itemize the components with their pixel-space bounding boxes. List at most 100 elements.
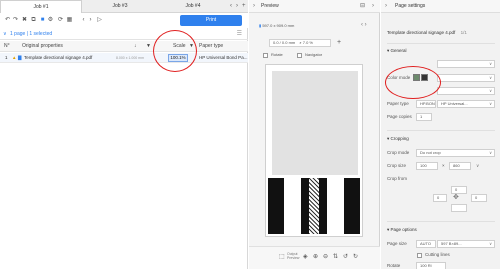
section-general-label: General [390,48,407,53]
fit-icon[interactable]: ◈ [303,254,308,261]
view-toggle-icon[interactable]: ☰ [237,31,242,38]
crop-from-left[interactable]: 0 [433,194,447,202]
play-icon[interactable]: ▷ [96,17,103,24]
rotate-icon[interactable]: ⟳ [57,17,64,24]
cutting-lines-checkbox[interactable] [417,253,422,258]
duplicate-icon[interactable]: ⧉ [30,17,37,24]
sheet-empty-area [272,71,358,175]
table-header: N° Original properties ↓ ▼ Scale ▼ Paper… [0,41,248,52]
paper-type-label: Paper type [387,101,409,106]
color-mode-dropdown[interactable]: ∨ [437,74,495,82]
zoom-field[interactable]: 0.0 / 0.0 mm ⌕ 7.0 % [269,39,331,47]
row-file-name: Template directional signage 4.pdf [24,55,93,60]
column-number[interactable]: N° [4,43,10,50]
general-dropdown-1[interactable]: ∨ [437,60,495,68]
filter-icon[interactable]: ▼ [146,43,151,50]
crop-from-right[interactable]: 0 [471,194,487,202]
rotate-right-icon[interactable]: ↻ [353,254,358,261]
content-black-bar [268,178,284,234]
table-row[interactable]: 1 ▲ ▇ Template directional signage 4.pdf… [0,53,248,63]
annotation-circle-color-mode [385,66,441,99]
chevron-down-icon: ∨ [489,88,492,93]
preview-title: Preview [261,3,279,9]
print-button[interactable]: Print [180,15,242,26]
tab-job-1[interactable]: Job #1 [0,0,82,13]
job-list-pane: Job #1 Job #3 Job #4 ‹ › + ↶ ↷ ✖ ⧉ ■ ⚙ ⟳… [0,0,248,269]
crop-size-height[interactable]: 860 [449,162,471,170]
paper-type-badge: HP.BOND [416,100,436,108]
chevron-down-icon: ∨ [489,150,492,155]
chevron-down-icon: ∨ [489,61,492,66]
collapse-icon[interactable]: › [253,3,255,10]
rotate-value: 100 Rl [420,263,432,268]
column-paper-type[interactable]: Paper type [199,43,223,50]
crop-size-height-value: 860 [453,163,460,168]
chevron-down-icon: ∨ [489,75,492,80]
zoom-out-footer-icon[interactable]: ⊖ [323,254,328,261]
settings-icon[interactable]: ⚙ [47,17,54,24]
sort-icon[interactable]: ↓ [134,43,137,50]
add-file-icon[interactable]: ■ [39,17,46,24]
annotation-circle-scale [153,30,197,72]
expand-icon[interactable]: › [372,3,374,10]
collapse-icon[interactable]: › [385,3,387,10]
tab-job-4[interactable]: Job #4 [158,0,228,13]
preview-header: › Preview ⊟ › [249,0,380,13]
crop-from-top[interactable]: 0 [451,186,467,194]
rotate-left-icon[interactable]: ↺ [343,254,348,261]
content-hatched-bar [308,178,320,234]
crop-from-right-value: 0 [475,195,478,200]
delete-icon[interactable]: ✖ [21,17,28,24]
pan-icon[interactable]: ⇅ [333,254,338,261]
tab-next-icon[interactable]: › [236,3,238,10]
page-nav-icon[interactable]: ‹ › [361,22,367,28]
output-preview-label: Output Preview [287,252,300,260]
rotate-label: Rotate [387,263,401,268]
crop-from-bottom[interactable] [451,204,467,212]
move-down-icon[interactable]: › [87,17,94,24]
job-tab-bar: Job #1 Job #3 Job #4 ‹ › + [0,0,248,13]
section-page-options[interactable]: ▾ Page options [387,227,417,233]
paper-type-dropdown[interactable]: HP Universal... ∨ [437,100,495,108]
panel-layout-icon[interactable]: ⊟ [360,3,365,10]
tab-add-icon[interactable]: + [242,3,246,10]
page-copies-stepper[interactable]: 1 [416,113,432,121]
crop-mode-dropdown[interactable]: Do not crop ∨ [416,149,495,157]
section-cropping[interactable]: ▾ Cropping [387,136,409,142]
grid-icon[interactable]: ▦ [66,17,73,24]
rotate-field[interactable]: 100 Rl [416,262,446,269]
page-size-mode[interactable]: AUTO [416,240,436,248]
collapse-chevron-icon[interactable]: ∨ [3,31,7,38]
page-size-dropdown[interactable]: 597 B×89... ∨ [437,240,495,248]
content-black-bar [344,178,360,234]
column-original-properties[interactable]: Original properties [22,43,63,50]
zoom-in-footer-icon[interactable]: ⊕ [313,254,318,261]
zoom-field-text: 0.0 / 0.0 mm [273,40,296,45]
tab-job-3[interactable]: Job #3 [82,0,158,13]
rotate-checkbox-label: Rotate [271,52,283,57]
rotate-checkbox[interactable] [263,53,268,58]
navigator-checkbox[interactable] [297,53,302,58]
output-preview-icon[interactable]: ⬚ [279,254,285,261]
crop-size-width[interactable]: 100 [416,162,438,170]
crop-from-label: Crop from [387,176,408,181]
page-selection-text: 1 page | 1 selected [10,31,53,37]
crop-size-mode-icon[interactable]: ∨ [476,163,479,169]
crop-size-width-value: 100 [420,163,427,168]
page-settings-header: › Page settings [381,0,500,13]
settings-filename: Template directional signage 4.pdf 1/1 [387,30,499,36]
page-settings-pane: › Page settings Template directional sig… [381,0,500,269]
section-general[interactable]: ▾ General [387,48,407,54]
undo-icon[interactable]: ↶ [4,17,11,24]
zoom-in-icon[interactable]: + [337,38,341,47]
page-size-value: 597 B×89... [441,241,462,246]
general-dropdown-2[interactable]: ∨ [437,87,495,95]
row-paper-type[interactable]: HP Universal Bond Pa... [199,55,247,61]
redo-icon[interactable]: ↷ [12,17,19,24]
crop-anchor-icon[interactable]: ✥ [453,194,459,202]
zoom-row: 0.0 / 0.0 mm ⌕ 7.0 % + [263,38,343,48]
move-up-icon[interactable]: ‹ [80,17,87,24]
chevron-down-icon: ∨ [489,101,492,106]
navigator-checkbox-label: Navigator [305,52,323,57]
tab-prev-icon[interactable]: ‹ [230,3,232,10]
